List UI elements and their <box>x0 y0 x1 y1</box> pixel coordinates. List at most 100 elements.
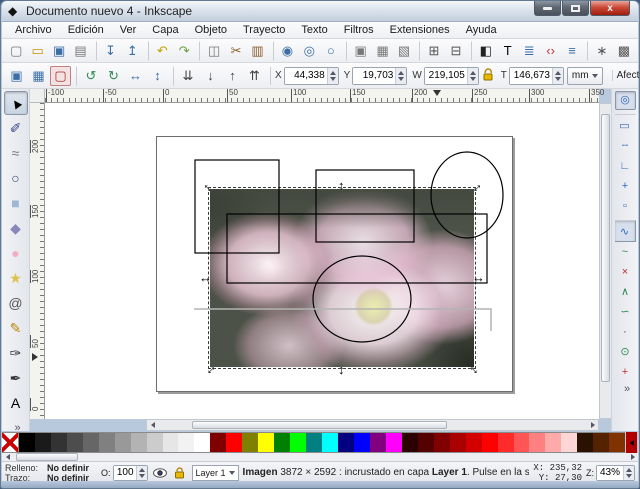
palette-swatch[interactable] <box>290 433 307 452</box>
menu-ayuda[interactable]: Ayuda <box>459 23 504 37</box>
flip-horizontal-button[interactable]: ↔ <box>125 66 146 86</box>
height-value[interactable] <box>509 67 552 84</box>
pencil-tool[interactable]: ✎ <box>4 316 28 340</box>
palette-swatch[interactable] <box>178 433 195 452</box>
palette-swatch[interactable] <box>417 433 434 452</box>
document-properties-button[interactable]: ▩ <box>614 41 634 61</box>
menu-edicion[interactable]: Edición <box>61 23 111 37</box>
snap-bounding-box-toggle[interactable]: ▭ <box>614 114 636 136</box>
palette-swatch[interactable] <box>529 433 546 452</box>
fill-stroke-dialog-button[interactable]: ◧ <box>471 40 496 61</box>
text-dialog-button[interactable]: T <box>498 41 518 61</box>
palette-swatch[interactable] <box>66 433 83 452</box>
palette-scrollbar[interactable] <box>2 453 638 461</box>
spin-up-icon[interactable] <box>554 70 561 75</box>
palette-swatch[interactable] <box>449 433 466 452</box>
palette-scroll-right-icon[interactable] <box>627 453 638 461</box>
palette-swatch[interactable] <box>274 433 291 452</box>
zoom-drawing-button[interactable]: ◎ <box>299 41 319 61</box>
width-input[interactable] <box>423 66 479 85</box>
vscroll-thumb[interactable] <box>601 114 610 382</box>
snapbar-overflow-button[interactable]: » <box>624 383 630 395</box>
raise-button[interactable]: ↑ <box>222 66 243 86</box>
width-value[interactable] <box>424 67 467 84</box>
spin-down-icon[interactable] <box>626 473 632 478</box>
spin-down-icon[interactable] <box>329 76 336 81</box>
palette-swatch[interactable] <box>385 433 402 452</box>
enable-snapping-toggle[interactable]: ◎ <box>614 91 636 110</box>
scroll-left-icon[interactable] <box>147 420 158 430</box>
opacity-value[interactable] <box>113 465 136 480</box>
snap-bbox-corners-toggle[interactable]: ∟ <box>615 157 636 176</box>
snap-cusp-nodes-toggle[interactable]: ∧ <box>615 283 636 302</box>
selection-handle-n[interactable]: ↕ <box>338 179 345 192</box>
palette-swatch[interactable] <box>226 433 243 452</box>
spin-up-icon[interactable] <box>329 70 336 75</box>
flip-vertical-button[interactable]: ↕ <box>147 66 168 86</box>
y-value[interactable] <box>353 67 396 84</box>
palette-swatch[interactable] <box>18 433 35 452</box>
raise-to-top-button[interactable]: ⇈ <box>244 66 265 86</box>
menu-trayecto[interactable]: Trayecto <box>236 23 292 37</box>
height-input[interactable] <box>508 66 564 85</box>
swatch-none[interactable] <box>2 433 19 452</box>
snap-smooth-nodes-toggle[interactable]: ∽ <box>615 303 636 322</box>
minimize-button[interactable] <box>534 1 561 16</box>
undo-button[interactable]: ↶ <box>147 40 173 61</box>
vertical-ruler[interactable]: 200 150 100 50 0 <box>30 103 45 419</box>
snap-to-paths-toggle[interactable]: ~ <box>615 243 636 262</box>
hscroll-thumb[interactable] <box>192 421 447 429</box>
palette-swatch[interactable] <box>306 433 323 452</box>
new-document-button[interactable]: ▢ <box>6 41 26 61</box>
create-clone-button[interactable]: ▦ <box>372 41 392 61</box>
lock-ratio-icon[interactable] <box>482 67 494 84</box>
selector-tool[interactable]: ▲ <box>3 91 28 115</box>
snap-nodes-toggle[interactable]: ∿ <box>614 220 636 242</box>
rectangle-tool[interactable]: ■ <box>4 191 28 215</box>
copy-button[interactable]: ◫ <box>199 40 224 61</box>
y-input[interactable] <box>352 66 408 85</box>
lower-to-bottom-button[interactable]: ⇊ <box>173 65 199 86</box>
snap-bbox-edges-toggle[interactable]: ╌ <box>615 137 636 156</box>
zoom-value[interactable] <box>597 465 623 480</box>
selection-handle-e[interactable]: ↔ <box>472 271 485 284</box>
palette-swatch[interactable] <box>401 433 418 452</box>
xml-editor-button[interactable]: ‹› <box>540 41 560 61</box>
palette-swatch[interactable] <box>82 433 99 452</box>
palette-swatch[interactable] <box>369 433 386 452</box>
palette-swatch[interactable] <box>130 433 147 452</box>
spin-up-icon[interactable] <box>138 467 145 472</box>
snap-path-intersections-toggle[interactable]: × <box>615 263 636 282</box>
palette-swatch[interactable] <box>114 433 131 452</box>
palette-swatch[interactable] <box>497 433 514 452</box>
menu-objeto[interactable]: Objeto <box>188 23 234 37</box>
spin-up-icon[interactable] <box>398 70 405 75</box>
palette-swatch[interactable] <box>338 433 354 452</box>
horizontal-ruler[interactable]: -100 -50 0 50 100 150 200 250 300 350 <box>45 89 604 103</box>
menu-archivo[interactable]: Archivo <box>8 23 59 37</box>
unlink-clone-button[interactable]: ▧ <box>394 41 414 61</box>
palette-swatch[interactable] <box>593 433 610 452</box>
spin-down-icon[interactable] <box>554 76 561 81</box>
node-tool[interactable]: ✐ <box>4 116 28 140</box>
text-tool[interactable]: A <box>4 391 28 415</box>
cactus-flowers-image[interactable]: ↔ ↕ ↔ ↔ ↔ ↔ ↕ ↔ <box>199 177 485 379</box>
export-button[interactable]: ↥ <box>122 41 142 61</box>
palette-scroll-thumb[interactable] <box>16 453 78 461</box>
zoom-input[interactable] <box>596 464 635 481</box>
palette-swatch[interactable] <box>50 433 67 452</box>
palette-swatch[interactable] <box>609 433 626 452</box>
opacity-input[interactable] <box>112 464 148 481</box>
palette-swatch[interactable] <box>98 433 115 452</box>
box3d-tool[interactable]: ◆ <box>4 216 28 240</box>
ungroup-button[interactable]: ⊟ <box>446 41 466 61</box>
import-button[interactable]: ↧ <box>95 40 121 61</box>
close-button[interactable]: x <box>590 1 630 16</box>
palette-swatch[interactable] <box>162 433 179 452</box>
ellipse-tool[interactable]: ● <box>4 241 28 265</box>
x-value[interactable] <box>284 67 327 84</box>
save-document-button[interactable]: ▣ <box>49 41 69 61</box>
fill-stroke-indicator[interactable]: Relleno: No definir Trazo: No definir <box>5 463 97 483</box>
menu-capa[interactable]: Capa <box>145 23 185 37</box>
selection-handle-w[interactable]: ↔ <box>199 271 212 284</box>
